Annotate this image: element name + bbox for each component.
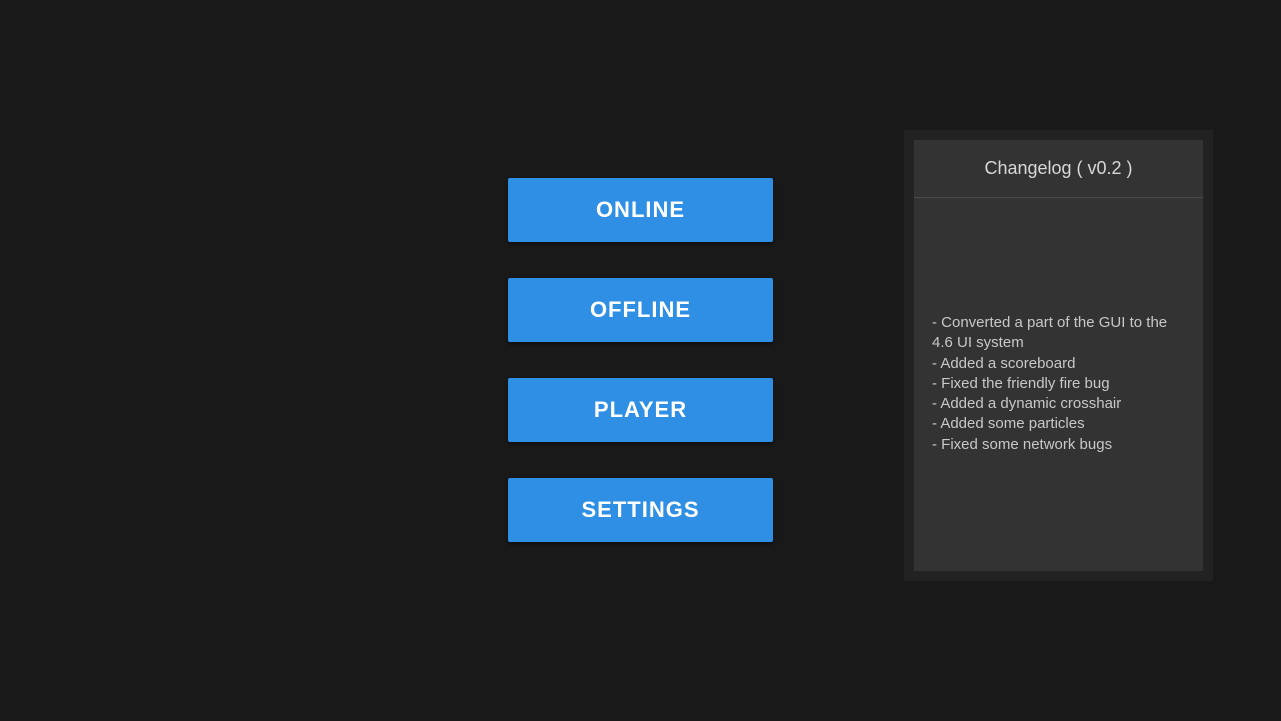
changelog-inner: Changelog ( v0.2 ) - Converted a part of…	[914, 140, 1203, 571]
offline-button[interactable]: OFFLINE	[508, 278, 773, 342]
main-menu: ONLINE OFFLINE PLAYER SETTINGS	[508, 178, 773, 542]
changelog-panel: Changelog ( v0.2 ) - Converted a part of…	[903, 129, 1214, 582]
settings-button[interactable]: SETTINGS	[508, 478, 773, 542]
changelog-body: - Converted a part of the GUI to the 4.6…	[914, 198, 1203, 473]
player-button[interactable]: PLAYER	[508, 378, 773, 442]
online-button[interactable]: ONLINE	[508, 178, 773, 242]
changelog-title: Changelog ( v0.2 )	[914, 140, 1203, 198]
